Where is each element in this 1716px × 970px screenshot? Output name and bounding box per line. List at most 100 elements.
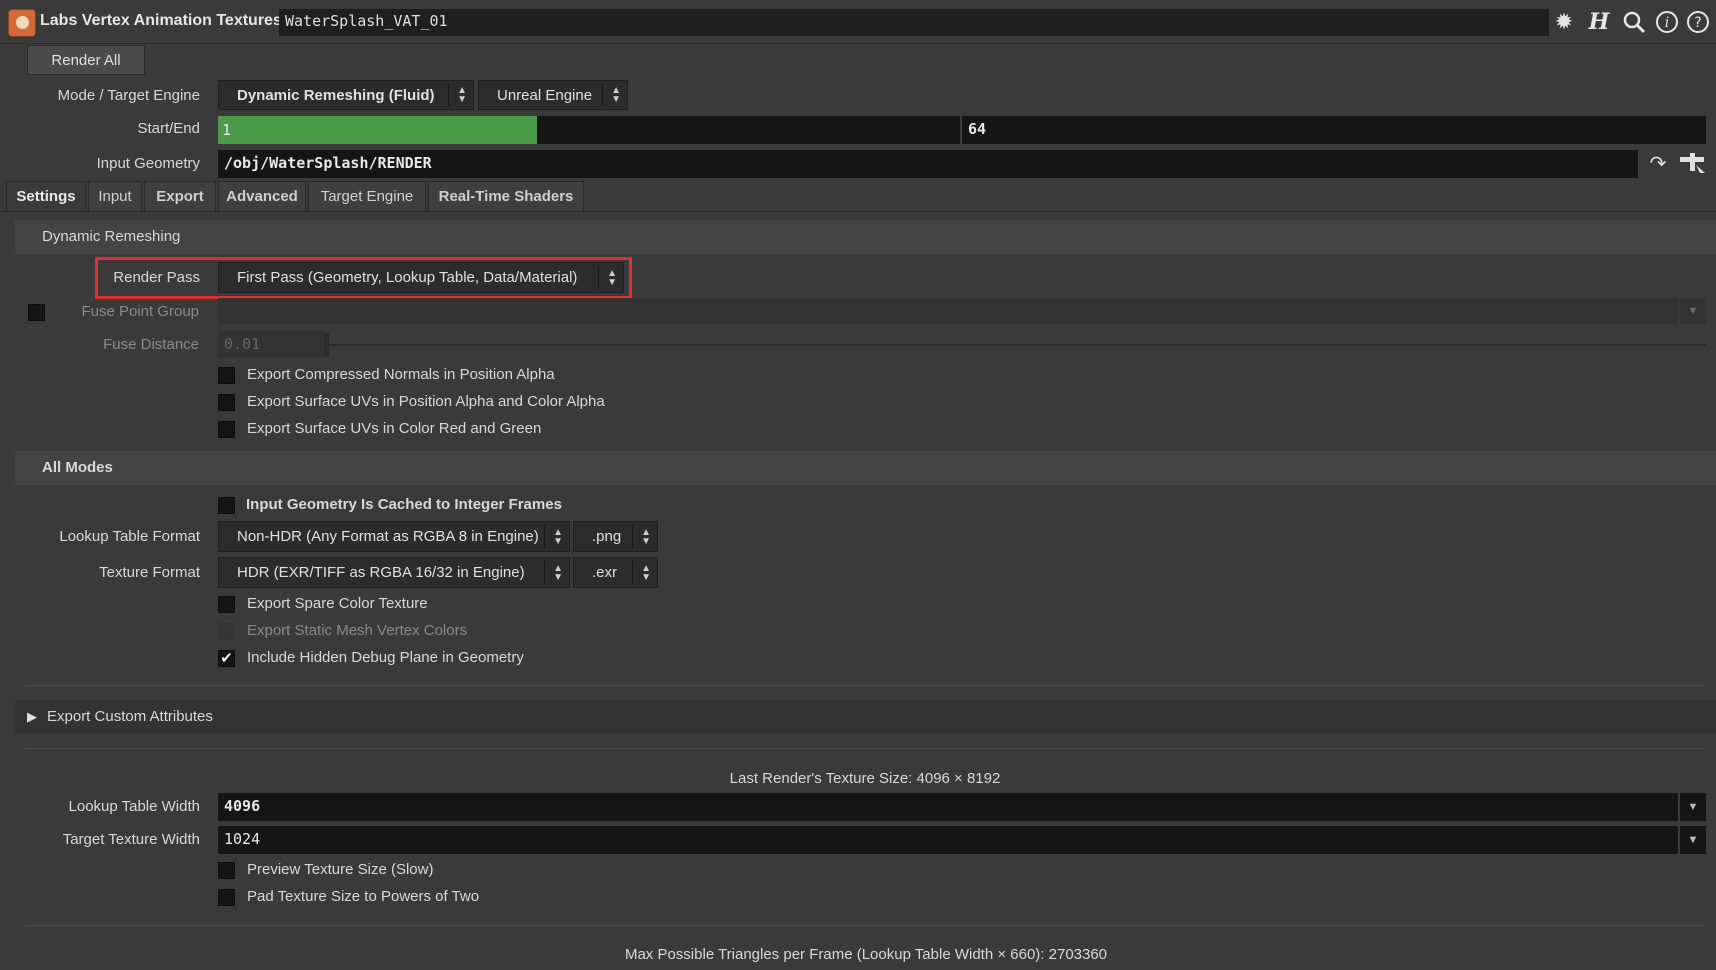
surface-uvs-red-green-label: Export Surface UVs in Color Red and Gree… [247, 420, 542, 437]
dropdown-separator [602, 84, 603, 106]
lookup-table-width-label: Lookup Table Width [68, 798, 200, 815]
fuse-point-group-field[interactable] [218, 298, 1678, 324]
tab-export[interactable]: Export [144, 181, 216, 211]
target-engine-dropdown[interactable]: Unreal Engine ▲ ▼ [478, 80, 628, 110]
node-type-icon [8, 9, 36, 37]
render-all-button[interactable]: Render All [27, 45, 145, 75]
dynamic-remeshing-section-header [15, 220, 1716, 254]
expand-triangle-icon[interactable]: ▶ [27, 709, 37, 725]
export-custom-attributes-label: Export Custom Attributes [47, 708, 213, 725]
texture-extension-dropdown[interactable]: .exr ▲ ▼ [573, 557, 658, 588]
start-slider[interactable]: 1 [218, 116, 960, 144]
surface-uvs-alpha-label: Export Surface UVs in Position Alpha and… [247, 393, 605, 410]
texture-size-info-text: Last Render's Texture Size: 4096 × 8192 [729, 770, 1001, 787]
render-pass-dropdown[interactable]: First Pass (Geometry, Lookup Table, Data… [218, 262, 624, 293]
fuse-distance-field[interactable]: 0.01 [218, 331, 324, 358]
help-icon[interactable]: ? [1684, 8, 1712, 36]
start-value: 1 [222, 121, 232, 139]
lookup-table-width-field[interactable]: 4096 [218, 793, 1678, 821]
max-triangles-info-text: Max Possible Triangles per Frame (Lookup… [624, 946, 1108, 963]
dropdown-separator [598, 266, 599, 289]
fuse-distance-label: Fuse Distance [103, 336, 199, 353]
dropdown-arrows-icon: ▲ ▼ [553, 562, 563, 583]
node-name-field[interactable]: WaterSplash_VAT_01 [279, 9, 1549, 36]
preview-texture-size-checkbox[interactable] [218, 862, 235, 879]
dynamic-remeshing-title: Dynamic Remeshing [42, 228, 181, 245]
houdini-help-icon[interactable]: H [1585, 8, 1613, 36]
svg-text:i: i [1665, 15, 1669, 31]
texture-size-info: Last Render's Texture Size: 4096 × 8192 [0, 770, 1716, 787]
tab-target-engine[interactable]: Target Engine [308, 181, 426, 211]
texture-format-dropdown[interactable]: HDR (EXR/TIFF as RGBA 16/32 in Engine) ▲… [218, 557, 570, 588]
texture-format-label: Texture Format [99, 564, 200, 581]
dropdown-separator [632, 561, 633, 584]
tab-settings[interactable]: Settings [6, 181, 86, 211]
tab-input[interactable]: Input [88, 181, 142, 211]
lookup-table-format-dropdown[interactable]: Non-HDR (Any Format as RGBA 8 in Engine)… [218, 521, 570, 552]
mode-label: Mode / Target Engine [57, 87, 200, 104]
search-icon[interactable] [1620, 8, 1648, 36]
dropdown-arrows-icon: ▲ ▼ [641, 526, 651, 547]
chevron-down-icon[interactable]: ▼ [1680, 298, 1706, 324]
input-geometry-field[interactable]: /obj/WaterSplash/RENDER [218, 150, 1638, 178]
dropdown-arrows-icon: ▲ ▼ [553, 526, 563, 547]
fuse-distance-slider-track[interactable] [329, 344, 1706, 346]
section-divider [26, 748, 1706, 749]
compressed-normals-checkbox[interactable] [218, 367, 235, 384]
dropdown-separator [544, 561, 545, 584]
chevron-down-icon[interactable]: ▼ [1680, 793, 1706, 821]
section-divider [26, 925, 1706, 926]
mode-dropdown[interactable]: Dynamic Remeshing (Fluid) ▲ ▼ [218, 80, 474, 110]
export-custom-attributes-folder[interactable] [15, 700, 1716, 734]
static-mesh-vertex-colors-label: Export Static Mesh Vertex Colors [247, 622, 468, 639]
target-texture-width-field[interactable]: 1024 [218, 826, 1678, 854]
gear-icon[interactable]: ✹ [1550, 8, 1578, 36]
section-divider [26, 685, 1706, 686]
svg-text:?: ? [1694, 15, 1701, 31]
cached-integer-frames-checkbox[interactable] [218, 497, 235, 514]
tab-real-time-shaders[interactable]: Real-Time Shaders [428, 181, 584, 211]
fuse-point-group-label: Fuse Point Group [81, 303, 199, 320]
static-mesh-vertex-colors-checkbox[interactable] [218, 623, 235, 640]
tab-bar-divider [0, 211, 1716, 212]
chevron-down-icon[interactable]: ▼ [1680, 826, 1706, 854]
texture-format-value: HDR (EXR/TIFF as RGBA 16/32 in Engine) [237, 564, 525, 581]
spare-color-texture-label: Export Spare Color Texture [247, 595, 428, 612]
dropdown-arrows-icon: ▲ ▼ [607, 267, 617, 288]
end-field[interactable]: 64 [962, 116, 1706, 144]
input-geometry-label: Input Geometry [96, 155, 200, 172]
all-modes-section-header [15, 451, 1716, 485]
target-engine-value: Unreal Engine [497, 86, 593, 104]
info-icon[interactable]: i [1653, 8, 1681, 36]
render-pass-label: Render Pass [113, 269, 200, 286]
lookup-extension-dropdown[interactable]: .png ▲ ▼ [573, 521, 658, 552]
dropdown-separator [632, 525, 633, 548]
target-texture-width-label: Target Texture Width [62, 831, 200, 848]
operator-chooser-icon[interactable] [1678, 151, 1708, 177]
all-modes-title: All Modes [42, 459, 113, 476]
tab-advanced[interactable]: Advanced [218, 181, 306, 211]
pad-texture-size-checkbox[interactable] [218, 889, 235, 906]
lookup-extension-value: .png [592, 528, 622, 545]
surface-uvs-red-green-checkbox[interactable] [218, 421, 235, 438]
spare-color-texture-checkbox[interactable] [218, 596, 235, 613]
lookup-table-format-label: Lookup Table Format [59, 528, 200, 545]
dropdown-arrows-icon: ▲ ▼ [457, 85, 467, 105]
dropdown-arrows-icon: ▲ ▼ [641, 562, 651, 583]
pad-texture-size-label: Pad Texture Size to Powers of Two [247, 888, 480, 905]
preview-texture-size-label: Preview Texture Size (Slow) [247, 861, 434, 878]
node-type-title: Labs Vertex Animation Textures [40, 12, 282, 29]
max-triangles-info: Max Possible Triangles per Frame (Lookup… [0, 946, 1716, 963]
dropdown-separator [448, 84, 449, 106]
start-slider-fill [218, 116, 538, 144]
compressed-normals-label: Export Compressed Normals in Position Al… [247, 366, 555, 383]
cached-integer-frames-label: Input Geometry Is Cached to Integer Fram… [246, 496, 562, 513]
dropdown-arrows-icon: ▲ ▼ [611, 85, 621, 105]
debug-plane-checkbox[interactable]: ✔ [218, 650, 235, 667]
surface-uvs-alpha-checkbox[interactable] [218, 394, 235, 411]
start-end-label: Start/End [137, 120, 200, 137]
render-pass-value: First Pass (Geometry, Lookup Table, Data… [237, 269, 578, 286]
lookup-table-format-value: Non-HDR (Any Format as RGBA 8 in Engine) [237, 528, 539, 545]
dropdown-separator [544, 525, 545, 548]
jump-to-operator-icon[interactable]: ↷ [1645, 151, 1671, 177]
